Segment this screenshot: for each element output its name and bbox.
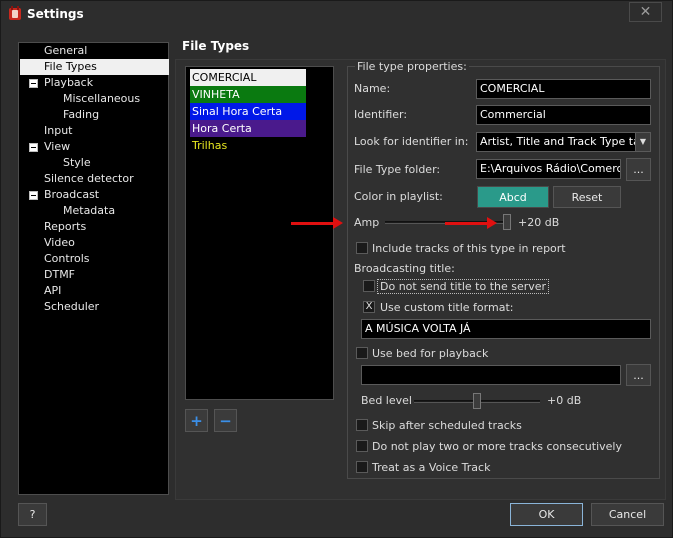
file-type-item-trilhas[interactable]: Trilhas — [190, 137, 306, 154]
page-title: File Types — [182, 39, 250, 53]
tree-item-miscellaneous[interactable]: Miscellaneous — [63, 91, 140, 107]
tree-item-view[interactable]: View — [44, 139, 70, 155]
file-type-item-hora-certa[interactable]: Hora Certa — [190, 120, 306, 137]
broadcasting-title-label: Broadcasting title: — [354, 262, 455, 275]
check-icon: X — [365, 301, 373, 312]
bed-level-slider-thumb[interactable] — [473, 393, 481, 409]
app-logo-icon — [9, 6, 21, 20]
chevron-down-icon: ▼ — [635, 133, 650, 151]
title-bar: Settings ✕ — [1, 1, 672, 27]
bed-level-label: Bed level — [361, 394, 412, 407]
do-not-send-title-checkbox[interactable] — [363, 280, 375, 292]
plus-icon: + — [190, 411, 203, 430]
remove-file-type-button[interactable]: − — [214, 409, 237, 432]
look-for-identifier-value: Artist, Title and Track Type tag — [480, 135, 647, 148]
file-type-folder-label: File Type folder: — [354, 163, 441, 176]
do-not-send-title-label: Do not send title to the server — [377, 279, 550, 294]
file-type-item-sinal-hora-certa[interactable]: Sinal Hora Certa — [190, 103, 306, 120]
annotation-arrow-icon — [291, 217, 343, 229]
amp-slider-thumb[interactable] — [503, 214, 511, 230]
look-for-identifier-label: Look for identifier in: — [354, 135, 469, 148]
tree-item-style[interactable]: Style — [63, 155, 91, 171]
browse-bed-button[interactable]: ... — [626, 364, 651, 386]
close-button[interactable]: ✕ — [629, 2, 662, 22]
color-picker-button[interactable]: Abcd — [477, 186, 549, 208]
identifier-label: Identifier: — [354, 108, 408, 121]
file-type-properties-legend: File type properties: — [355, 60, 469, 73]
amp-value: +20 dB — [518, 216, 560, 229]
add-file-type-button[interactable]: + — [185, 409, 208, 432]
name-label: Name: — [354, 82, 391, 95]
tree-item-general[interactable]: General — [44, 43, 87, 59]
window-title: Settings — [27, 7, 84, 21]
file-type-item-comercial[interactable]: COMERCIAL — [190, 69, 306, 86]
use-bed-checkbox[interactable] — [356, 347, 368, 359]
custom-title-format-label: Use custom title format: — [380, 301, 514, 314]
tree-item-playback[interactable]: Playback — [44, 75, 93, 91]
name-field[interactable]: COMERCIAL — [476, 79, 651, 99]
amp-label: Amp — [354, 216, 380, 229]
settings-tree[interactable]: General File Types Playback Miscellaneou… — [18, 42, 169, 495]
close-icon: ✕ — [639, 4, 652, 20]
bed-file-field[interactable] — [361, 365, 621, 385]
tree-item-broadcast[interactable]: Broadcast — [44, 187, 99, 203]
tree-item-fading[interactable]: Fading — [63, 107, 99, 123]
tree-item-file-types[interactable]: File Types — [20, 59, 169, 75]
skip-after-scheduled-checkbox[interactable] — [356, 419, 368, 431]
voice-track-label: Treat as a Voice Track — [372, 461, 491, 474]
no-consecutive-label: Do not play two or more tracks consecuti… — [372, 440, 622, 453]
collapse-playback-icon[interactable] — [29, 79, 38, 88]
custom-title-format-field[interactable]: A MÚSICA VOLTA JÁ — [361, 319, 651, 339]
tree-item-scheduler[interactable]: Scheduler — [44, 299, 99, 315]
voice-track-checkbox[interactable] — [356, 461, 368, 473]
tree-item-api[interactable]: API — [44, 283, 61, 299]
file-type-item-vinheta[interactable]: VINHETA — [190, 86, 306, 103]
include-in-report-checkbox[interactable] — [356, 242, 368, 254]
identifier-field[interactable]: Commercial — [476, 105, 651, 125]
settings-window: Settings ✕ General File Types Playback M… — [0, 0, 673, 538]
tree-item-controls[interactable]: Controls — [44, 251, 90, 267]
annotation-arrow-icon — [445, 217, 497, 229]
collapse-broadcast-icon[interactable] — [29, 191, 38, 200]
color-in-playlist-label: Color in playlist: — [354, 190, 443, 203]
help-button[interactable]: ? — [18, 503, 47, 526]
collapse-view-icon[interactable] — [29, 143, 38, 152]
tree-item-metadata[interactable]: Metadata — [63, 203, 115, 219]
file-type-folder-field[interactable]: E:\Arquivos Rádio\Comercia — [476, 159, 621, 179]
custom-title-format-checkbox[interactable]: X — [363, 301, 375, 313]
file-type-list[interactable]: COMERCIAL VINHETA Sinal Hora Certa Hora … — [185, 66, 334, 400]
ok-button[interactable]: OK — [510, 503, 583, 526]
cancel-button[interactable]: Cancel — [591, 503, 664, 526]
tree-item-input[interactable]: Input — [44, 123, 72, 139]
bed-level-value: +0 dB — [547, 394, 582, 407]
include-in-report-label: Include tracks of this type in report — [372, 242, 566, 255]
skip-after-scheduled-label: Skip after scheduled tracks — [372, 419, 522, 432]
use-bed-label: Use bed for playback — [372, 347, 489, 360]
tree-item-video[interactable]: Video — [44, 235, 75, 251]
minus-icon: − — [219, 411, 232, 430]
reset-color-button[interactable]: Reset — [553, 186, 621, 208]
look-for-identifier-select[interactable]: Artist, Title and Track Type tag ▼ — [476, 132, 651, 152]
tree-item-reports[interactable]: Reports — [44, 219, 86, 235]
tree-item-dtmf[interactable]: DTMF — [44, 267, 75, 283]
tree-item-silence-detector[interactable]: Silence detector — [44, 171, 134, 187]
browse-folder-button[interactable]: ... — [626, 158, 651, 181]
no-consecutive-checkbox[interactable] — [356, 440, 368, 452]
